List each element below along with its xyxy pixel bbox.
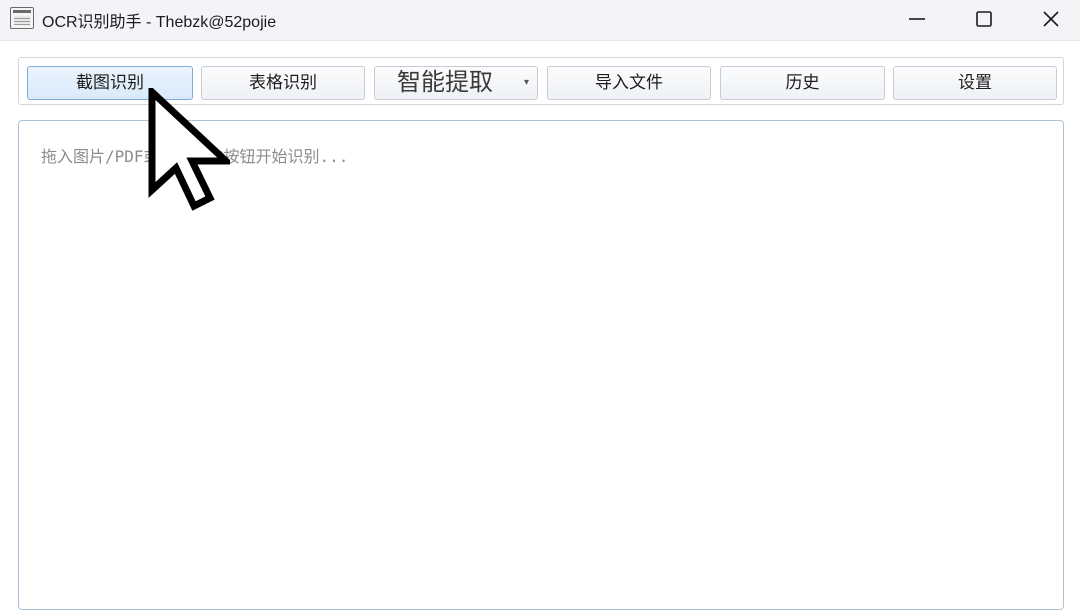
import-file-button[interactable]: 导入文件 [547,66,711,100]
history-button[interactable]: 历史 [720,66,885,100]
title-bar: OCR识别助手 - Thebzk@52pojie [0,0,1080,41]
maximize-button[interactable] [951,0,1017,38]
chevron-down-icon: ▾ [523,77,529,88]
smart-extract-dropdown[interactable]: 智能提取 ▾ [374,66,538,100]
minimize-icon [909,18,925,20]
maximize-icon [976,11,992,27]
close-icon [1043,11,1059,27]
scanner-app-icon [10,7,34,29]
smart-extract-label: 智能提取 [397,68,493,96]
close-button[interactable] [1018,0,1080,38]
settings-button[interactable]: 设置 [893,66,1057,100]
window-title: OCR识别助手 - Thebzk@52pojie [42,14,277,31]
mouse-pointer-icon [148,88,230,211]
minimize-button[interactable] [884,0,950,38]
